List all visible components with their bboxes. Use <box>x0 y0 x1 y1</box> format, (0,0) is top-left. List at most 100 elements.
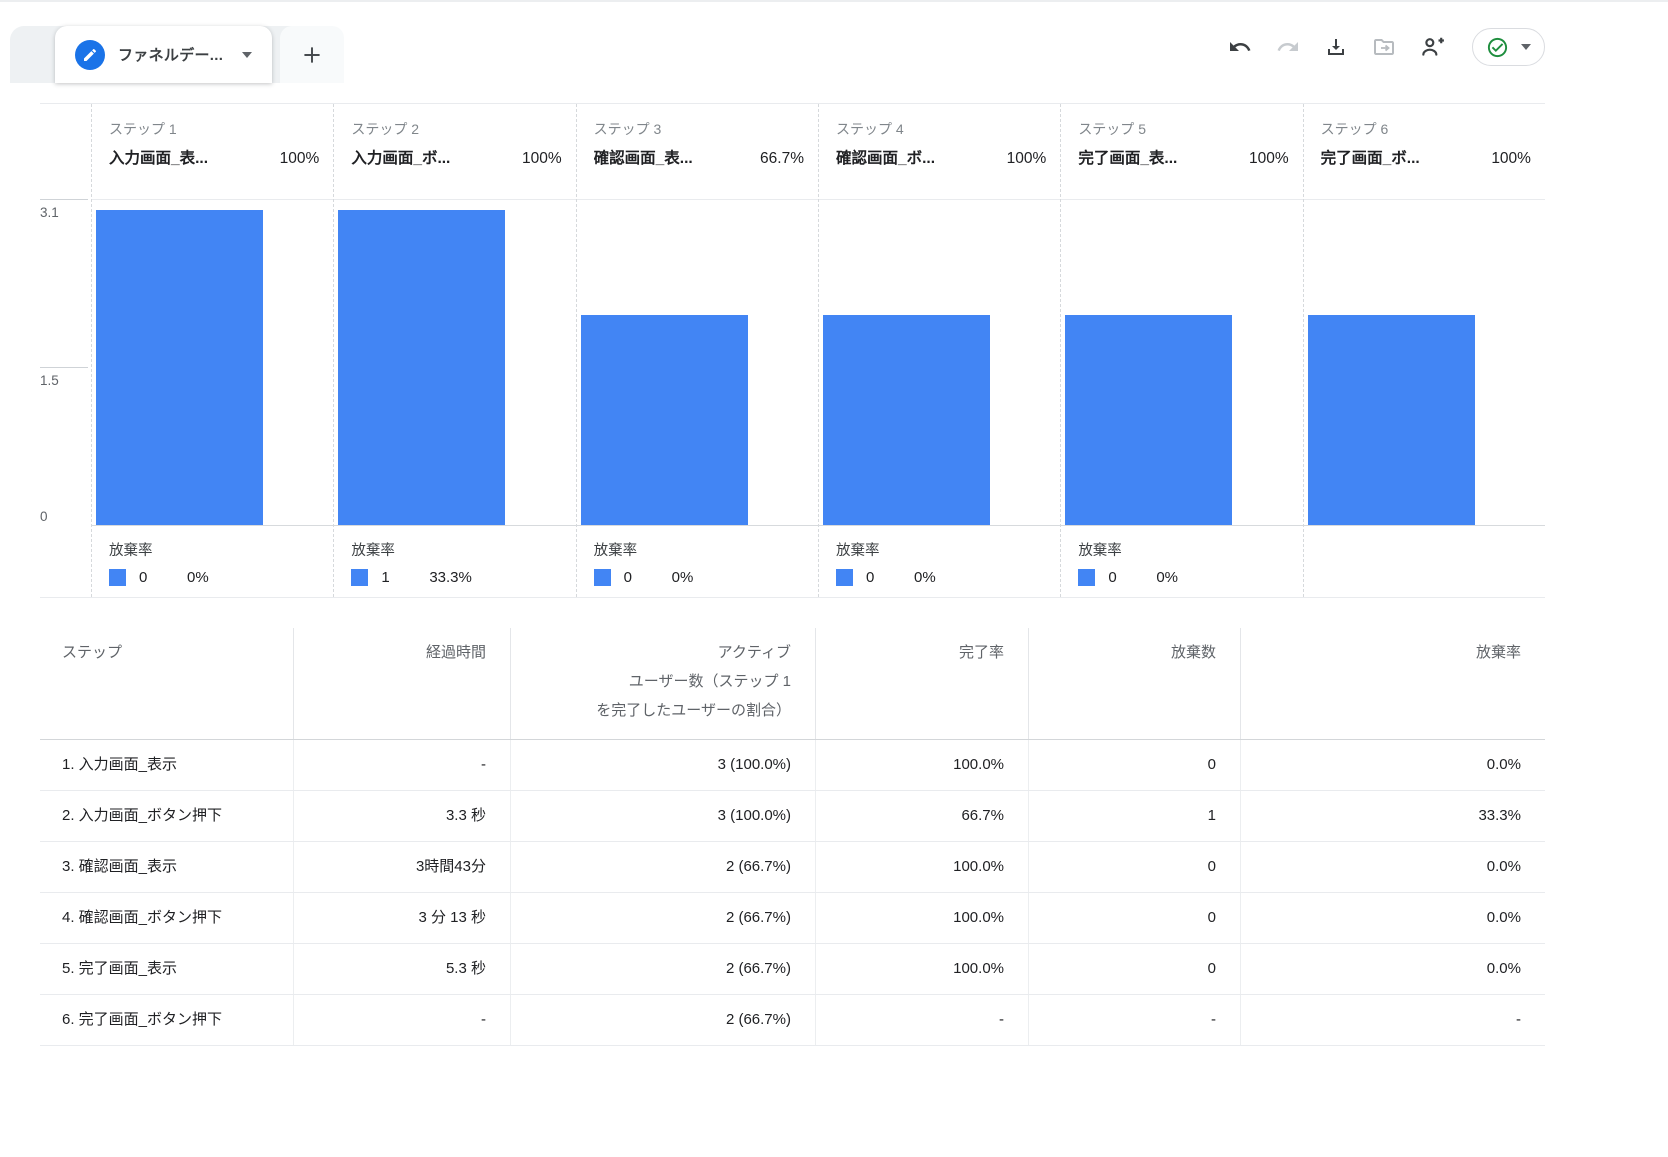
table-cell: 100.0% <box>815 893 1028 943</box>
table-row: 4. 確認画面_ボタン押下 3 分 13 秒2 (66.7%) 100.0% 0 0.0… <box>40 893 1545 944</box>
abandonment-legend: 放棄率 1 33.3% <box>334 526 575 597</box>
table-cell: 1 <box>1028 791 1240 841</box>
table-header-cell: 放棄率 <box>1240 628 1545 739</box>
download-button[interactable] <box>1322 33 1350 61</box>
table-cell: - <box>1240 995 1545 1045</box>
abandonment-count: 0 <box>623 569 632 586</box>
step-plot <box>334 199 576 526</box>
add-tab-button[interactable] <box>280 26 345 83</box>
step-completion-rate: 100% <box>279 150 320 167</box>
abandonment-count: 0 <box>139 569 148 586</box>
step-header: ステップ 2 入力画面_ボ... 100% <box>334 104 575 199</box>
tab-funnel-data[interactable]: ファネルデー... <box>55 26 273 83</box>
table-row: 3. 確認画面_表示 3時間43分 2 (66.7%) 100.0% 0 0.0% <box>40 842 1545 893</box>
step-label: ステップ 1 <box>109 121 177 137</box>
undo-button[interactable] <box>1226 33 1254 61</box>
table-cell: 2 (66.7%) <box>510 995 815 1045</box>
edit-pencil-icon <box>75 39 105 70</box>
funnel-step-column: ステップ 6 完了画面_ボ... 100% <box>1302 104 1545 597</box>
funnel-step-column: ステップ 5 完了画面_表... 100% 放棄率 0 0% <box>1060 104 1303 597</box>
abandonment-legend <box>1304 526 1545 597</box>
abandonment-count: 0 <box>1108 569 1117 586</box>
table-cell: 100.0% <box>815 944 1028 994</box>
y-tick: 1.5 <box>40 367 88 388</box>
table-cell: 3 (100.0%) <box>510 740 815 790</box>
step-label: ステップ 3 <box>593 121 662 137</box>
table-row: 2. 入力画面_ボタン押下 3.3 秒3 (100.0%) 66.7% 1 33.3% <box>40 791 1545 842</box>
table-header-cell: 完了率 <box>815 628 1028 739</box>
legend-swatch <box>593 569 611 586</box>
step-plot <box>1303 199 1545 526</box>
table-header-cell: 経過時間 <box>293 628 510 739</box>
step-completion-rate: 100% <box>1491 150 1531 167</box>
funnel-bar[interactable] <box>96 210 263 525</box>
table-header-cell: 放棄数 <box>1028 628 1240 739</box>
table-cell: 33.3% <box>1240 791 1545 841</box>
export-button[interactable] <box>1370 33 1398 61</box>
y-axis: 3.1 1.5 0 <box>40 104 91 597</box>
abandonment-row: 1 33.3% <box>351 569 561 586</box>
legend-swatch <box>835 569 853 586</box>
table-cell: 2 (66.7%) <box>510 842 815 892</box>
legend-swatch <box>109 569 126 586</box>
abandonment-rate-label: 放棄率 <box>351 543 395 559</box>
step-name: 完了画面_ボ... <box>1320 150 1420 167</box>
table-cell: 0.0% <box>1240 893 1545 943</box>
step-header: ステップ 1 入力画面_表... 100% <box>92 104 333 199</box>
abandonment-rate-value: 0% <box>671 569 694 586</box>
legend-swatch <box>1078 569 1096 586</box>
top-bar: ファネルデー... <box>0 2 1668 83</box>
table-cell: 0 <box>1028 740 1240 790</box>
abandonment-legend: 放棄率 0 0% <box>1061 526 1302 597</box>
status-button[interactable] <box>1472 28 1545 66</box>
funnel-bar[interactable] <box>1307 315 1475 525</box>
step-name: 確認画面_表... <box>593 150 693 167</box>
step-plot <box>818 199 1061 526</box>
table-cell: 3. 確認画面_表示 <box>62 858 178 875</box>
abandonment-rate-value: 0% <box>1156 569 1178 586</box>
table-cell: 0 <box>1028 944 1240 994</box>
step-label: ステップ 6 <box>1320 121 1389 137</box>
step-header: ステップ 4 確認画面_ボ... 100% <box>819 104 1060 199</box>
funnel-bar[interactable] <box>338 210 506 525</box>
abandonment-legend: 放棄率 0 0% <box>819 526 1060 597</box>
y-tick: 0 <box>40 504 88 524</box>
table-cell: 2 (66.7%) <box>510 944 815 994</box>
step-completion-rate: 100% <box>522 150 562 167</box>
step-title-row: 確認画面_ボ... 100% <box>836 146 1046 168</box>
step-title-row: 入力画面_表... 100% <box>109 146 319 168</box>
redo-icon <box>1277 42 1298 51</box>
funnel-bar[interactable] <box>580 315 748 525</box>
funnel-bar[interactable] <box>822 315 990 525</box>
y-tick-label: 0 <box>40 509 48 524</box>
y-tick: 3.1 <box>40 199 88 220</box>
abandonment-count: 0 <box>865 569 875 586</box>
abandonment-rate-value: 0% <box>187 569 209 586</box>
table-header-cell: アクティブ ユーザー数（ステップ 1 を完了したユーザーの割合） <box>510 628 815 739</box>
share-button[interactable] <box>1418 33 1446 61</box>
export-folder-icon <box>1374 39 1394 55</box>
abandonment-rate-label: 放棄率 <box>1078 543 1122 559</box>
check-circle-icon <box>1487 37 1508 57</box>
abandonment-row: 0 0% <box>109 569 319 586</box>
step-label: ステップ 4 <box>835 121 904 137</box>
table-cell: 0 <box>1028 842 1240 892</box>
person-add-icon <box>1422 37 1444 56</box>
redo-button[interactable] <box>1274 33 1302 61</box>
table-header-cell: ステップ <box>62 644 123 661</box>
table-row: 6. 完了画面_ボタン押下 -2 (66.7%) - - - <box>40 995 1545 1046</box>
abandonment-count: 1 <box>381 569 390 586</box>
chevron-down-icon[interactable] <box>242 51 253 58</box>
step-title-row: 完了画面_ボ... 100% <box>1321 146 1531 168</box>
abandonment-row: 0 0% <box>593 569 804 586</box>
abandonment-row: 0 0% <box>835 569 1046 586</box>
table-row: 1. 入力画面_表示 -3 (100.0%) 100.0% 0 0.0% <box>40 740 1545 791</box>
step-completion-rate: 100% <box>1248 150 1289 167</box>
abandonment-rate-value: 0% <box>913 569 936 586</box>
table-cell: 66.7% <box>815 791 1028 841</box>
step-title-row: 確認画面_表... 66.7% <box>594 146 804 168</box>
plus-icon <box>304 46 320 63</box>
funnel-bar[interactable] <box>1065 315 1233 525</box>
table-cell: - <box>1028 995 1240 1045</box>
table-cell: 6. 完了画面_ボタン押下 <box>62 1011 223 1028</box>
